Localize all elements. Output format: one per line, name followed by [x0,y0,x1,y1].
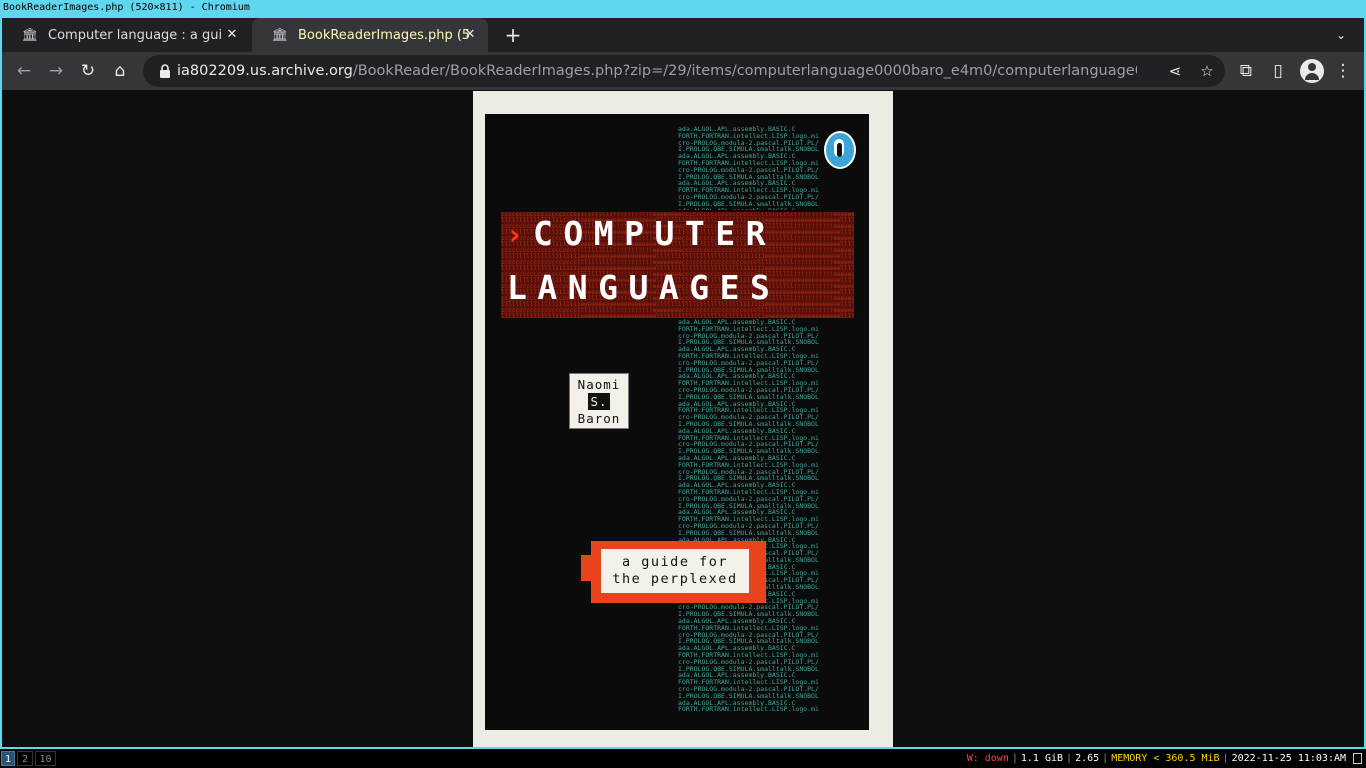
tab-computer-language[interactable]: 🏛 Computer language : a gui ✕ [2,18,250,52]
cover-art: ada.ALGOL.APL.assembly.BASIC.C FORTH.FOR… [485,114,869,730]
code-text-pattern-right: ada.ALGOL.APL.assembly.BASIC.C FORTH.FOR… [678,319,819,714]
url-text[interactable]: ia802209.us.archive.org/BookReader/BookR… [177,55,1137,87]
chevron-right-icon: › [509,218,521,251]
author-last: Baron [577,411,621,426]
browser-toolbar: ← → ↻ ⌂ ia802209.us.archive.org/BookRead… [2,52,1364,90]
subtitle-line2: the perplexed [612,571,738,587]
workspace-2-button[interactable]: 2 [17,751,33,766]
book-cover-image[interactable]: ada.ALGOL.APL.assembly.BASIC.C FORTH.FOR… [473,91,893,747]
url-host: ia802209.us.archive.org [177,63,353,79]
author-first: Naomi [577,377,621,392]
tab-title: BookReaderImages.php (5 [298,27,471,43]
load-status: 2.65 [1075,753,1100,764]
workspace-1-button[interactable]: 1 [1,751,15,766]
tab-strip: 🏛 Computer language : a gui ✕ 🏛 BookRead… [2,18,1364,52]
author-middle: S. [588,393,610,410]
archive-favicon-icon: 🏛 [271,27,289,43]
window-title-bar: BookReaderImages.php (520×811) - Chromiu… [0,0,1366,16]
subtitle-line1: a guide for [622,554,728,570]
close-tab-icon[interactable]: ✕ [462,27,478,43]
back-arrow-icon[interactable]: ← [12,59,36,83]
side-panel-icon[interactable]: ▯ [1266,59,1290,83]
status-bar: 1 2 10 W: down | 1.1 GiB | 2.65 | MEMORY… [0,749,1366,768]
datetime-status: 2022-11-25 11:03:AM [1231,753,1346,764]
disk-status: 1.1 GiB [1020,753,1064,764]
page-viewport: ada.ALGOL.APL.assembly.BASIC.C FORTH.FOR… [2,90,1364,747]
new-tab-plus-icon[interactable]: + [502,24,524,46]
status-blocks: W: down | 1.1 GiB | 2.65 | MEMORY < 360.… [964,749,1366,768]
author-label: Naomi S. Baron [569,373,629,429]
tab-search-chevron-icon[interactable]: ⌄ [1332,26,1350,44]
network-status: W: down [966,753,1009,764]
reload-icon[interactable]: ↻ [76,59,100,83]
tab-title: Computer language : a gui [48,27,223,43]
subtitle-label: a guide for the perplexed [601,549,749,593]
cover-title-line1: COMPUTER [533,214,776,253]
home-icon[interactable]: ⌂ [108,59,132,83]
bookmark-star-icon[interactable]: ☆ [1196,60,1218,82]
cover-title-line2: LANGUAGES [507,268,781,307]
url-path: /BookReader/BookReaderImages.php?zip=/29… [352,63,1137,79]
tray-icon[interactable] [1353,753,1362,764]
address-bar[interactable]: ia802209.us.archive.org/BookReader/BookR… [143,55,1225,87]
forward-arrow-icon[interactable]: → [44,59,68,83]
subtitle-box: a guide for the perplexed [581,541,766,603]
pelican-logo-icon [824,131,856,169]
workspace-10-button[interactable]: 10 [35,751,56,766]
extensions-puzzle-icon[interactable]: ⧉ [1234,59,1258,83]
subtitle-box-tab [581,555,593,581]
archive-favicon-icon: 🏛 [21,27,39,43]
more-menu-icon[interactable]: ⋮ [1331,59,1355,83]
share-icon[interactable]: ⋖ [1164,60,1186,82]
profile-avatar-icon[interactable] [1300,59,1324,83]
tab-bookreaderimages[interactable]: 🏛 BookReaderImages.php (5 ✕ [252,18,488,52]
memory-status: MEMORY < 360.5 MiB [1111,753,1220,764]
close-tab-icon[interactable]: ✕ [224,27,240,43]
lock-icon [160,64,170,78]
